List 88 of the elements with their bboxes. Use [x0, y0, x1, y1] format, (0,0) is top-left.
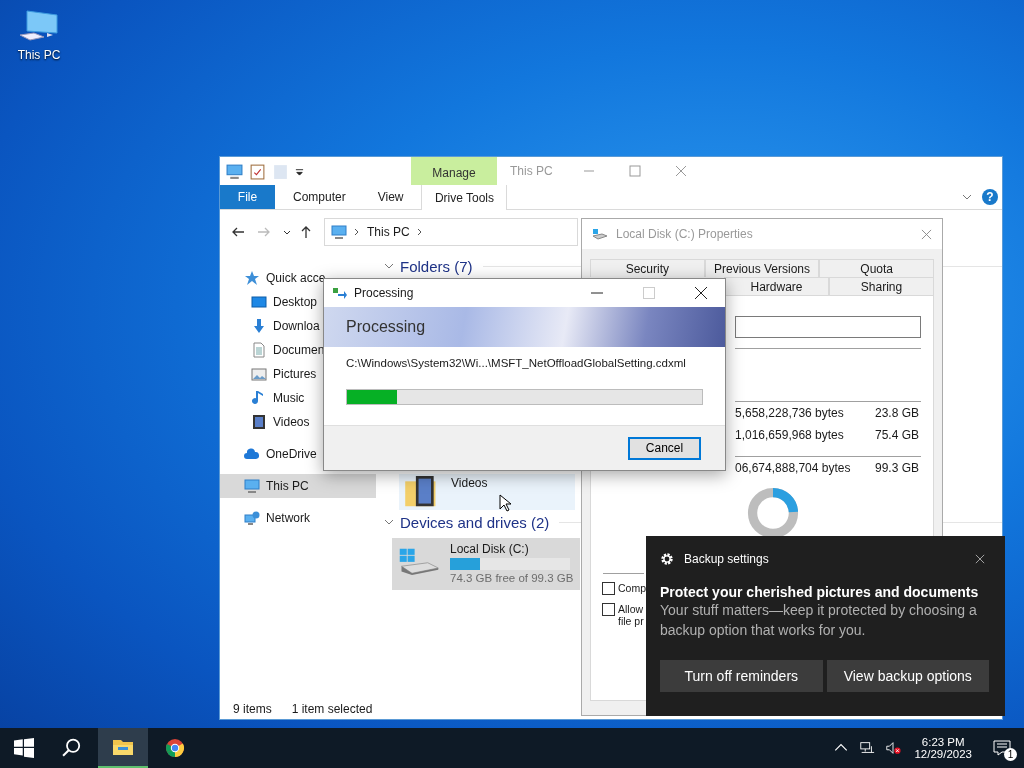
cancel-button[interactable]: Cancel [628, 436, 701, 460]
dialog-tab[interactable]: Security [590, 259, 705, 277]
properties-icon[interactable] [249, 162, 266, 180]
nav-item[interactable]: Downloa [220, 314, 324, 338]
download-icon [251, 318, 267, 334]
nav-item[interactable]: Music [220, 386, 309, 410]
folder-tile[interactable]: Videos [399, 474, 575, 510]
toast-message: Your stuff matters—keep it protected by choosing a backup option that works for you. [660, 601, 978, 640]
close-icon[interactable] [695, 287, 707, 299]
nav-item[interactable]: Documen [220, 338, 329, 362]
dialog-tab[interactable]: Previous Versions [704, 259, 820, 277]
windows-logo-icon [13, 738, 35, 758]
desktop-icon [251, 294, 267, 310]
folder-icon [112, 737, 134, 757]
clock[interactable]: 6:23 PM 12/29/2023 [906, 728, 980, 768]
file-menu-button[interactable]: File [220, 185, 275, 209]
browser-icon [164, 738, 186, 758]
toast-button[interactable]: Turn off reminders [660, 660, 823, 692]
nav-item[interactable]: This PC [220, 474, 376, 498]
size-value: 23.8 GB [875, 406, 920, 420]
nav-item[interactable]: Quick acce [220, 266, 330, 290]
nav-item[interactable]: Pictures [220, 362, 321, 386]
status-text: 1 item selected [291, 702, 373, 716]
dropdown-icon[interactable] [295, 166, 304, 176]
dialog-tab[interactable]: Sharing [829, 277, 934, 295]
chevron-right-icon [415, 227, 424, 237]
status-text: 9 items [233, 702, 272, 716]
nav-item[interactable]: Network [220, 506, 314, 530]
context-tab-header: Manage [411, 157, 497, 185]
size-value: 75.4 GB [875, 428, 920, 442]
transfer-icon [332, 285, 348, 301]
chevron-right-icon [353, 227, 361, 237]
maximize-icon [643, 287, 655, 299]
drive-icon [592, 226, 608, 242]
computer-icon[interactable] [226, 162, 243, 180]
computer-icon [244, 478, 260, 494]
settings-icon [660, 552, 674, 566]
search-icon [61, 738, 83, 758]
name-field[interactable] [735, 316, 921, 338]
ribbon-tab[interactable]: View [361, 185, 420, 209]
section-header[interactable]: Devices and drives (2) [400, 513, 550, 531]
nav-item[interactable]: OneDrive [220, 442, 321, 466]
bytes-value: 5,658,228,736 bytes [735, 406, 845, 420]
drive-name: Local Disk (C:) [450, 542, 530, 556]
checkbox[interactable] [602, 582, 615, 595]
toast-button[interactable]: View backup options [826, 660, 989, 692]
folder-name: Videos [451, 476, 488, 490]
window-title: This PC [509, 163, 554, 180]
ribbon-tab[interactable]: Computer [277, 185, 362, 209]
pictures-icon [251, 366, 267, 382]
option-label: Allow [618, 603, 644, 615]
dialog-tab[interactable]: Hardware [724, 277, 829, 295]
nav-item[interactable]: Desktop [220, 290, 322, 314]
section-header[interactable]: Folders (7) [400, 257, 473, 275]
cursor-icon [499, 494, 511, 512]
size-value: 99.3 GB [875, 461, 920, 475]
dialog-title: Processing [354, 286, 414, 300]
breadcrumb[interactable]: This PC [367, 225, 410, 239]
muted-speaker-icon[interactable] [885, 740, 902, 756]
close-icon[interactable] [975, 554, 985, 564]
notification-badge: 1 [1004, 748, 1017, 761]
address-bar[interactable]: This PC [324, 218, 578, 246]
file-explorer-taskbar-button[interactable] [98, 728, 148, 768]
star-icon [244, 270, 260, 286]
desktop-icon-label[interactable]: This PC [17, 48, 61, 62]
file-path: C:\Windows\System32\Wi...\MSFT_NetOffloadGlobalSetting.cdxml [346, 357, 687, 369]
help-button[interactable]: ? [982, 189, 998, 205]
option-label: file pr [618, 615, 644, 627]
drive-tile[interactable]: Local Disk (C:) 74.3 GB free of 99.3 GB [392, 538, 580, 590]
dialog-heading: Processing [346, 318, 426, 336]
nav-item[interactable]: Videos [220, 410, 314, 434]
network-icon[interactable] [859, 740, 876, 756]
toast-title: Protect your cherished pictures and documents [660, 584, 980, 600]
window-title: Local Disk (C:) Properties [616, 227, 753, 241]
dialog-tab[interactable]: Quota [819, 259, 934, 277]
network-icon [244, 510, 260, 526]
checkbox[interactable] [602, 603, 615, 616]
toast-app-name: Backup settings [684, 552, 769, 566]
document-icon [251, 342, 267, 358]
cloud-icon [244, 446, 260, 462]
film-icon [251, 414, 267, 430]
message-icon [993, 740, 1011, 756]
ribbon-tab[interactable]: Drive Tools [421, 185, 508, 210]
drive-free-space: 74.3 GB free of 99.3 GB [450, 572, 574, 584]
bytes-value: 1,016,659,968 bytes [735, 428, 845, 442]
computer-icon [331, 224, 347, 240]
option-label: Comp [618, 582, 646, 594]
action-center-button[interactable]: 1 [980, 728, 1024, 768]
